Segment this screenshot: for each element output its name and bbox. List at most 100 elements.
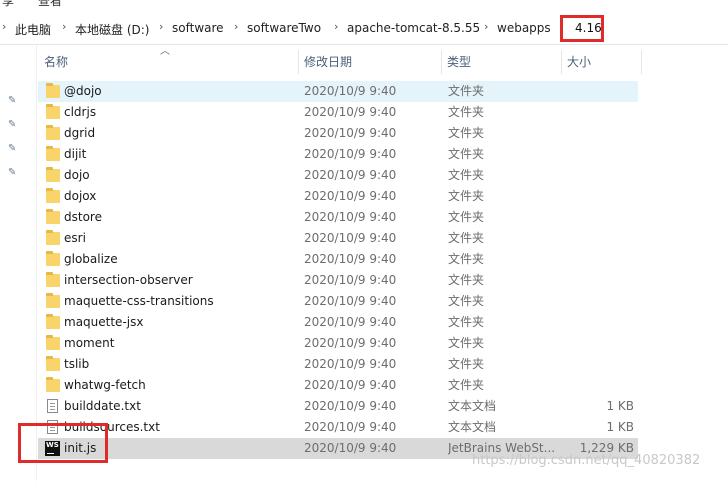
file-name: maquette-css-transitions bbox=[64, 294, 214, 308]
file-date: 2020/10/9 9:40 bbox=[304, 147, 397, 161]
file-size bbox=[558, 207, 634, 228]
file-type: 文件夹 bbox=[448, 147, 485, 161]
file-date: 2020/10/9 9:40 bbox=[304, 357, 397, 371]
navigation-pane: ✎ ✎ ✎ ✎ bbox=[0, 45, 37, 481]
folder-icon bbox=[46, 104, 60, 119]
file-row[interactable]: buildsources.txt 2020/10/9 9:40 文本文档 1 K… bbox=[38, 417, 638, 438]
file-date: 2020/10/9 9:40 bbox=[304, 210, 397, 224]
file-size bbox=[558, 165, 634, 186]
file-size bbox=[558, 249, 634, 270]
file-size bbox=[558, 375, 634, 396]
file-name: builddate.txt bbox=[64, 399, 141, 413]
crumb-separator-icon[interactable]: › bbox=[62, 20, 66, 33]
crumb-this-pc[interactable]: 此电脑 bbox=[15, 21, 51, 38]
file-row[interactable]: @dojo 2020/10/9 9:40 文件夹 bbox=[38, 81, 638, 102]
file-type: 文件夹 bbox=[448, 168, 485, 182]
file-date: 2020/10/9 9:40 bbox=[304, 273, 397, 287]
file-size bbox=[558, 102, 634, 123]
file-row[interactable]: builddate.txt 2020/10/9 9:40 文本文档 1 KB bbox=[38, 396, 638, 417]
watermark-text: https://blog.csdn.net/qq_40820382 bbox=[472, 453, 701, 468]
file-size bbox=[558, 312, 634, 333]
ribbon-menu: 享 查看 bbox=[0, 0, 728, 8]
pin-icon[interactable]: ✎ bbox=[8, 95, 18, 106]
column-name[interactable]: 名称 bbox=[38, 50, 298, 74]
folder-icon bbox=[46, 125, 60, 140]
file-row[interactable]: esri 2020/10/9 9:40 文件夹 bbox=[38, 228, 638, 249]
file-name: maquette-jsx bbox=[64, 315, 144, 329]
file-row[interactable]: dojox 2020/10/9 9:40 文件夹 bbox=[38, 186, 638, 207]
file-date: 2020/10/9 9:40 bbox=[304, 84, 397, 98]
file-type: 文本文档 bbox=[448, 420, 497, 434]
annotation-box-init-js bbox=[18, 423, 108, 463]
crumb-separator-icon[interactable]: › bbox=[159, 20, 163, 33]
file-size bbox=[558, 333, 634, 354]
file-name: moment bbox=[64, 336, 115, 350]
annotation-version-text: 4.16 bbox=[575, 21, 602, 35]
pin-icon[interactable]: ✎ bbox=[8, 143, 18, 154]
file-type: 文件夹 bbox=[448, 84, 485, 98]
column-size[interactable]: 大小 bbox=[561, 50, 637, 74]
file-date: 2020/10/9 9:40 bbox=[304, 126, 397, 140]
file-row[interactable]: whatwg-fetch 2020/10/9 9:40 文件夹 bbox=[38, 375, 638, 396]
file-row[interactable]: dijit 2020/10/9 9:40 文件夹 bbox=[38, 144, 638, 165]
folder-icon bbox=[46, 146, 60, 161]
folder-icon bbox=[46, 167, 60, 182]
file-name: tslib bbox=[64, 357, 90, 371]
file-row[interactable]: tslib 2020/10/9 9:40 文件夹 bbox=[38, 354, 638, 375]
file-type: 文件夹 bbox=[448, 378, 485, 392]
file-date: 2020/10/9 9:40 bbox=[304, 189, 397, 203]
folder-icon bbox=[46, 314, 60, 329]
file-row[interactable]: cldrjs 2020/10/9 9:40 文件夹 bbox=[38, 102, 638, 123]
file-row[interactable]: globalize 2020/10/9 9:40 文件夹 bbox=[38, 249, 638, 270]
file-date: 2020/10/9 9:40 bbox=[304, 231, 397, 245]
file-size bbox=[558, 291, 634, 312]
file-row[interactable]: dgrid 2020/10/9 9:40 文件夹 bbox=[38, 123, 638, 144]
file-size bbox=[558, 144, 634, 165]
text-file-icon bbox=[47, 399, 58, 413]
crumb-separator-icon[interactable]: › bbox=[484, 20, 488, 33]
column-date[interactable]: 修改日期 bbox=[298, 50, 434, 74]
file-type: 文件夹 bbox=[448, 315, 485, 329]
file-date: 2020/10/9 9:40 bbox=[304, 378, 397, 392]
folder-icon bbox=[46, 377, 60, 392]
crumb-separator-icon[interactable]: › bbox=[234, 20, 238, 33]
file-row[interactable]: dstore 2020/10/9 9:40 文件夹 bbox=[38, 207, 638, 228]
crumb-local-disk[interactable]: 本地磁盘 (D:) bbox=[75, 21, 149, 38]
file-row[interactable]: maquette-jsx 2020/10/9 9:40 文件夹 bbox=[38, 312, 638, 333]
file-date: 2020/10/9 9:40 bbox=[304, 105, 397, 119]
file-row[interactable]: dojo 2020/10/9 9:40 文件夹 bbox=[38, 165, 638, 186]
file-name: @dojo bbox=[64, 84, 102, 98]
column-divider[interactable] bbox=[641, 50, 642, 74]
ribbon-view-tab[interactable]: 查看 bbox=[38, 0, 62, 8]
column-type[interactable]: 类型 bbox=[441, 50, 557, 74]
pin-icon[interactable]: ✎ bbox=[8, 119, 18, 130]
address-bar[interactable]: › 此电脑 › 本地磁盘 (D:) › software › softwareT… bbox=[0, 14, 728, 45]
file-row[interactable]: intersection-observer 2020/10/9 9:40 文件夹 bbox=[38, 270, 638, 291]
file-date: 2020/10/9 9:40 bbox=[304, 168, 397, 182]
file-name: globalize bbox=[64, 252, 118, 266]
crumb-softwaretwo[interactable]: softwareTwo bbox=[247, 21, 321, 35]
file-date: 2020/10/9 9:40 bbox=[304, 315, 397, 329]
file-size bbox=[558, 228, 634, 249]
file-type: 文件夹 bbox=[448, 336, 485, 350]
pin-icon[interactable]: ✎ bbox=[8, 167, 18, 178]
file-name: esri bbox=[64, 231, 86, 245]
file-row[interactable]: moment 2020/10/9 9:40 文件夹 bbox=[38, 333, 638, 354]
file-type: 文件夹 bbox=[448, 231, 485, 245]
crumb-tomcat[interactable]: apache-tomcat-8.5.55 bbox=[347, 21, 480, 35]
crumb-webapps[interactable]: webapps bbox=[497, 21, 551, 35]
file-date: 2020/10/9 9:40 bbox=[304, 420, 397, 434]
folder-icon bbox=[46, 293, 60, 308]
file-type: 文件夹 bbox=[448, 189, 485, 203]
file-name: dstore bbox=[64, 210, 102, 224]
ribbon-share-tab[interactable]: 享 bbox=[2, 0, 14, 8]
file-row[interactable]: maquette-css-transitions 2020/10/9 9:40 … bbox=[38, 291, 638, 312]
file-name: whatwg-fetch bbox=[64, 378, 146, 392]
file-size bbox=[558, 270, 634, 291]
nav-chevron-icon[interactable]: › bbox=[2, 20, 6, 33]
file-date: 2020/10/9 9:40 bbox=[304, 252, 397, 266]
folder-icon bbox=[46, 356, 60, 371]
folder-icon bbox=[46, 83, 60, 98]
crumb-separator-icon[interactable]: › bbox=[334, 20, 338, 33]
crumb-software[interactable]: software bbox=[172, 21, 224, 35]
